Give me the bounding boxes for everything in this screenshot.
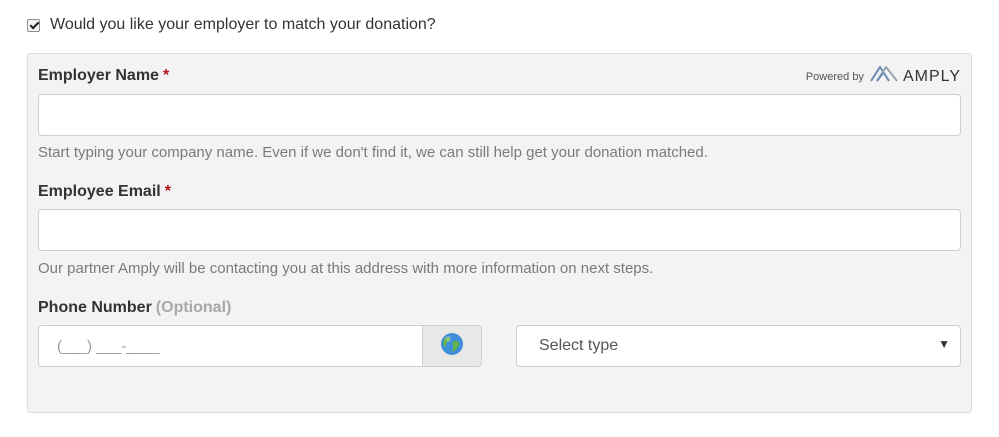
employer-name-help: Start typing your company name. Even if … xyxy=(38,144,708,161)
employer-name-input[interactable] xyxy=(38,94,961,136)
required-asterisk: * xyxy=(164,183,171,200)
phone-number-label-text: Phone Number xyxy=(38,299,152,316)
employer-match-panel: Powered by AMPLY Employer Name * Start ty… xyxy=(27,53,972,413)
phone-number-input[interactable]: (___) ___-____ xyxy=(38,325,422,367)
employer-name-label-text: Employer Name xyxy=(38,67,159,84)
employee-email-label: Employee Email * xyxy=(38,183,171,201)
phone-type-select[interactable]: Select type ▼ xyxy=(516,325,961,367)
phone-number-label: Phone Number (Optional) xyxy=(38,299,231,317)
employer-name-label: Employer Name * xyxy=(38,67,169,85)
phone-input-group: (___) ___-____ xyxy=(38,325,482,367)
employer-match-row: Would you like your employer to match yo… xyxy=(27,13,436,37)
employer-match-checkbox[interactable] xyxy=(27,18,40,32)
employee-email-input[interactable] xyxy=(38,209,961,251)
country-selector-button[interactable] xyxy=(422,325,482,367)
amply-logo-icon xyxy=(870,64,898,89)
caret-down-icon: ▼ xyxy=(938,337,950,351)
amply-brand-text: AMPLY xyxy=(902,67,961,85)
employer-match-label[interactable]: Would you like your employer to match yo… xyxy=(50,16,436,34)
powered-by-amply: Powered by AMPLY xyxy=(806,64,961,89)
globe-icon xyxy=(440,332,464,361)
employee-email-label-text: Employee Email xyxy=(38,183,161,200)
required-asterisk: * xyxy=(162,67,170,84)
optional-tag: (Optional) xyxy=(155,299,232,316)
phone-mask-placeholder: (___) ___-____ xyxy=(57,337,160,355)
employee-email-help: Our partner Amply will be contacting you… xyxy=(38,260,654,277)
phone-type-value: Select type xyxy=(539,337,619,354)
powered-by-label: Powered by xyxy=(805,70,864,83)
